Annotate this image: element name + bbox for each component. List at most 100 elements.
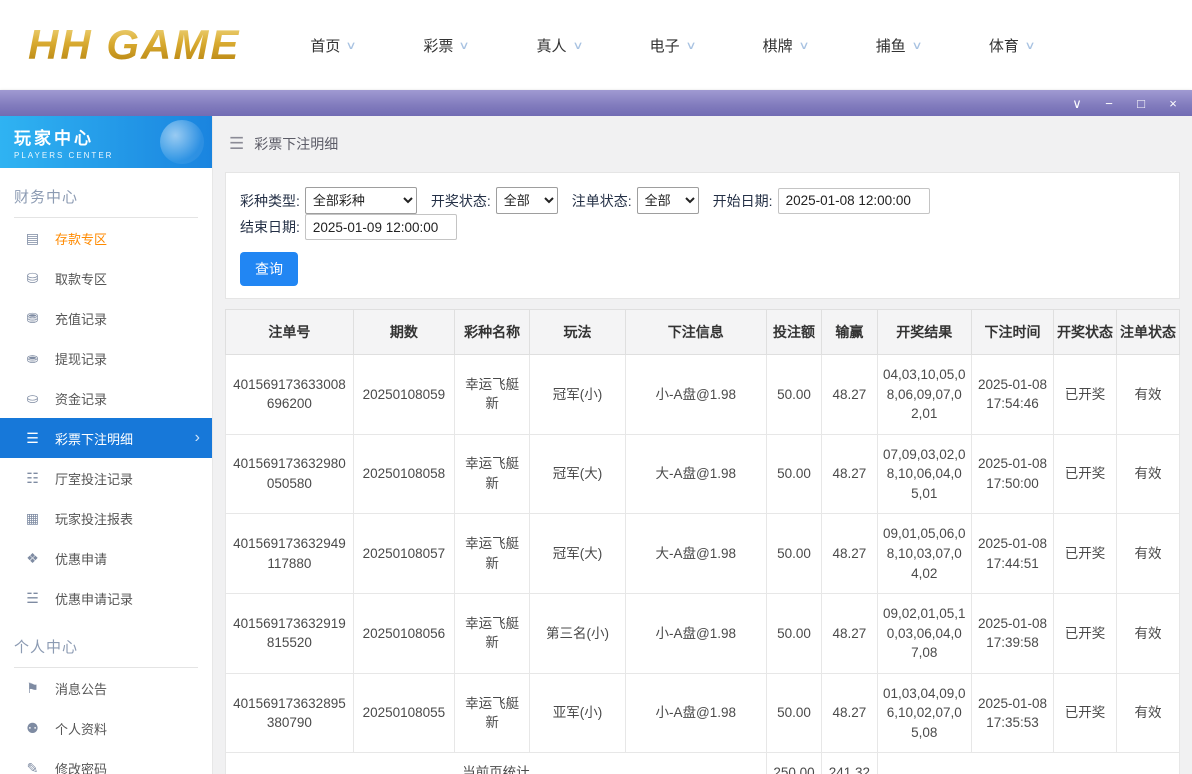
summary-bet-amount: 250.00: [766, 753, 821, 774]
search-button[interactable]: 查询: [240, 252, 298, 286]
cell-order-status: 有效: [1116, 355, 1179, 435]
sidebar-item-player-bet-report[interactable]: ▦ 玩家投注报表: [0, 498, 212, 538]
table-row: 401569173632919815520 20250108056 幸运飞艇新 …: [226, 594, 1180, 674]
nav-item-sports[interactable]: 体育 ∨: [989, 35, 1034, 56]
cell-play: 冠军(大): [530, 434, 625, 514]
cell-order-no: 401569173633008696200: [226, 355, 354, 435]
report-icon: ▦: [24, 510, 41, 527]
section-title-finance: 财务中心: [14, 186, 198, 218]
bell-icon: ⚑: [24, 680, 41, 697]
sidebar-item-label: 修改密码: [55, 759, 107, 774]
sidebar-item-lottery-bet-details[interactable]: ☰ 彩票下注明细 ›: [0, 418, 212, 458]
col-header-play: 玩法: [530, 310, 625, 355]
start-date-input[interactable]: [778, 188, 930, 214]
cell-draw-status: 已开奖: [1054, 355, 1117, 435]
window-minimize-icon[interactable]: −: [1102, 97, 1116, 110]
sidebar-item-profile[interactable]: ⚉ 个人资料: [0, 708, 212, 748]
chevron-down-icon: ∨: [911, 39, 922, 52]
chevron-down-icon: ∨: [572, 39, 583, 52]
end-date-input[interactable]: [305, 214, 457, 240]
sidebar: 玩家中心 PLAYERS CENTER 财务中心 ▤ 存款专区 ⛁ 取款专区 ⛃…: [0, 116, 213, 774]
end-date-label: 结束日期:: [240, 217, 300, 237]
nav-item-lottery[interactable]: 彩票 ∨: [423, 35, 468, 56]
window-collapse-icon[interactable]: ∨: [1070, 97, 1084, 110]
nav-item-live[interactable]: 真人 ∨: [537, 35, 582, 56]
col-header-order-status: 注单状态: [1116, 310, 1179, 355]
sidebar-item-change-password[interactable]: ✎ 修改密码: [0, 748, 212, 774]
table-header-row: 注单号 期数 彩种名称 玩法 下注信息 投注额 输赢 开奖结果 下注时间 开奖状…: [226, 310, 1180, 355]
sidebar-item-label: 取款专区: [55, 269, 107, 288]
cell-result: 01,03,04,09,06,10,02,07,05,08: [877, 673, 971, 753]
table-row: 401569173632949117880 20250108057 幸运飞艇新 …: [226, 514, 1180, 594]
chevron-down-icon: ∨: [798, 39, 809, 52]
sidebar-item-label: 优惠申请记录: [55, 589, 133, 608]
cell-issue: 20250108059: [353, 355, 454, 435]
sidebar-item-messages[interactable]: ⚑ 消息公告: [0, 668, 212, 708]
nav-item-fishing[interactable]: 捕鱼 ∨: [876, 35, 921, 56]
summary-empty: [877, 753, 1179, 774]
cell-bet-amount: 50.00: [766, 514, 821, 594]
cell-bet-amount: 50.00: [766, 594, 821, 674]
sidebar-item-deposit[interactable]: ▤ 存款专区: [0, 218, 212, 258]
summary-label: 当前页统计: [226, 753, 767, 774]
cell-win-loss: 48.27: [822, 514, 877, 594]
records-icon: ☱: [24, 590, 41, 607]
cell-draw-status: 已开奖: [1054, 673, 1117, 753]
main-nav: 首页 ∨ 彩票 ∨ 真人 ∨ 电子 ∨ 棋牌 ∨ 捕鱼 ∨ 体育 ∨: [310, 35, 1034, 56]
decorative-sphere: [160, 120, 204, 164]
cell-issue: 20250108057: [353, 514, 454, 594]
sidebar-item-label: 玩家投注报表: [55, 509, 133, 528]
nav-item-label: 真人: [537, 35, 567, 56]
sidebar-item-withdrawal-records[interactable]: ⛂ 提现记录: [0, 338, 212, 378]
cell-bet-time: 2025-01-08 17:54:46: [971, 355, 1053, 435]
cell-play: 亚军(小): [530, 673, 625, 753]
cell-play: 第三名(小): [530, 594, 625, 674]
sidebar-item-label: 优惠申请: [55, 549, 107, 568]
cell-issue: 20250108055: [353, 673, 454, 753]
cell-order-no: 401569173632895380790: [226, 673, 354, 753]
cell-bet-time: 2025-01-08 17:50:00: [971, 434, 1053, 514]
table-row: 401569173632980050580 20250108058 幸运飞艇新 …: [226, 434, 1180, 514]
nav-item-home[interactable]: 首页 ∨: [310, 35, 355, 56]
col-header-order-no: 注单号: [226, 310, 354, 355]
sidebar-item-funds-records[interactable]: ⛀ 资金记录: [0, 378, 212, 418]
nav-item-cards[interactable]: 棋牌 ∨: [763, 35, 808, 56]
sidebar-item-promo-apply-records[interactable]: ☱ 优惠申请记录: [0, 578, 212, 618]
gift-icon: ❖: [24, 550, 41, 567]
cell-order-status: 有效: [1116, 514, 1179, 594]
summary-win-loss: 241.32: [822, 753, 877, 774]
nav-item-label: 首页: [310, 35, 340, 56]
col-header-bet-info: 下注信息: [625, 310, 766, 355]
sidebar-item-label: 资金记录: [55, 389, 107, 408]
arrow-right-icon: ›: [195, 429, 200, 447]
lottery-type-label: 彩种类型:: [240, 191, 300, 211]
sidebar-item-recharge-records[interactable]: ⛃ 充值记录: [0, 298, 212, 338]
page-title: 彩票下注明细: [254, 134, 338, 154]
sidebar-item-promo-apply[interactable]: ❖ 优惠申请: [0, 538, 212, 578]
pencil-icon: ✎: [24, 760, 41, 774]
window-maximize-icon[interactable]: □: [1134, 97, 1148, 110]
hamburger-menu-icon[interactable]: ☰: [229, 134, 244, 154]
draw-status-select[interactable]: 全部: [496, 187, 558, 214]
sidebar-item-hall-bet-records[interactable]: ☷ 厅室投注记录: [0, 458, 212, 498]
user-icon: ⚉: [24, 720, 41, 737]
sidebar-item-withdraw[interactable]: ⛁ 取款专区: [0, 258, 212, 298]
order-status-select[interactable]: 全部: [637, 187, 699, 214]
chevron-down-icon: ∨: [1024, 39, 1035, 52]
window-close-icon[interactable]: ×: [1166, 97, 1180, 110]
nav-item-slots[interactable]: 电子 ∨: [650, 35, 695, 56]
lottery-type-select[interactable]: 全部彩种: [305, 187, 417, 214]
chevron-down-icon: ∨: [459, 39, 470, 52]
cell-bet-info: 大-A盘@1.98: [625, 434, 766, 514]
nav-item-label: 捕鱼: [876, 35, 906, 56]
grid-icon: ☷: [24, 470, 41, 487]
table-row: 401569173632895380790 20250108055 幸运飞艇新 …: [226, 673, 1180, 753]
cell-win-loss: 48.27: [822, 434, 877, 514]
cell-bet-amount: 50.00: [766, 673, 821, 753]
col-header-bet-amount: 投注额: [766, 310, 821, 355]
sidebar-item-label: 个人资料: [55, 719, 107, 738]
window-titlebar: ∨ − □ ×: [0, 90, 1192, 116]
cell-draw-status: 已开奖: [1054, 594, 1117, 674]
cell-bet-info: 小-A盘@1.98: [625, 673, 766, 753]
sidebar-item-label: 厅室投注记录: [55, 469, 133, 488]
